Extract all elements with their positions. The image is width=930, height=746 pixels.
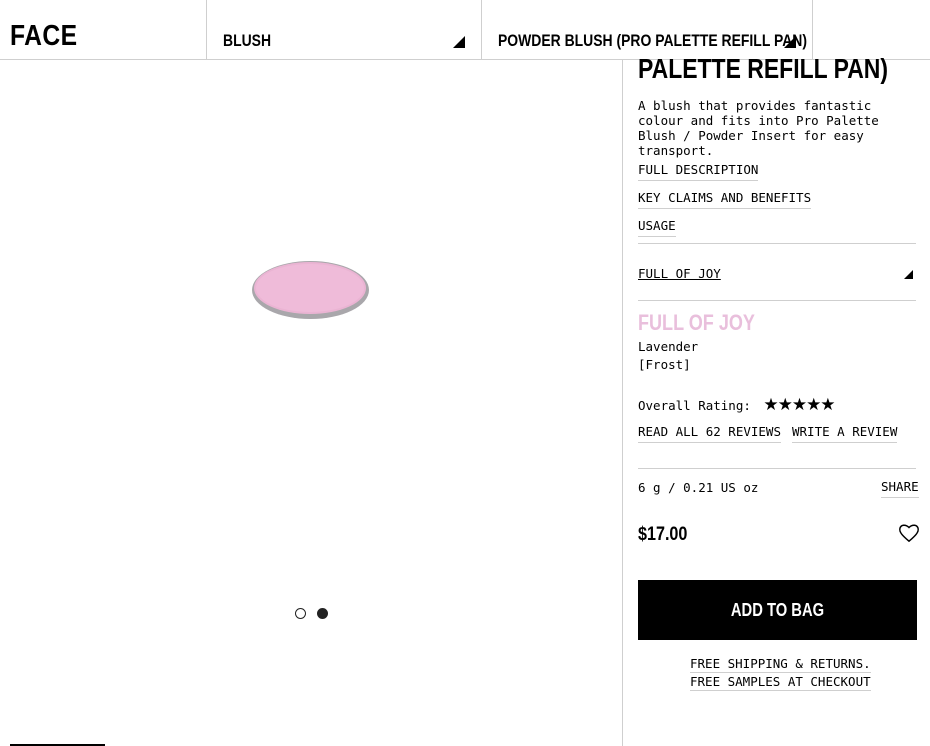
- key-claims-link[interactable]: KEY CLAIMS AND BENEFITS: [638, 190, 812, 209]
- rating-label: Overall Rating:: [638, 398, 751, 413]
- share-link[interactable]: SHARE: [881, 479, 919, 498]
- subcategory-label: BLUSH: [223, 31, 272, 50]
- shade-finish: [Frost]: [638, 357, 691, 372]
- product-description: A blush that provides fantastic colour a…: [638, 98, 879, 158]
- divider: [638, 468, 916, 469]
- write-review-link[interactable]: WRITE A REVIEW: [792, 424, 898, 443]
- shade-name: FULL OF JOY: [638, 310, 755, 335]
- usage-link[interactable]: USAGE: [638, 218, 676, 237]
- full-description-link[interactable]: FULL DESCRIPTION: [638, 162, 759, 181]
- overall-rating: Overall Rating: ★★★★★: [638, 395, 836, 415]
- wishlist-heart-icon[interactable]: [898, 523, 920, 543]
- shipping-info-link[interactable]: FREE SHIPPING & RETURNS.: [690, 656, 871, 673]
- filter-bar: FACE BLUSH POWDER BLUSH (PRO PALETTE REF…: [0, 0, 930, 60]
- add-to-bag-label: ADD TO BAG: [730, 599, 825, 620]
- dropdown-arrow-icon: [453, 36, 465, 48]
- product-dropdown-label: POWDER BLUSH (PRO PALETTE REFILL PAN): [498, 31, 808, 50]
- read-reviews-link[interactable]: READ ALL 62 REVIEWS: [638, 424, 781, 443]
- dropdown-arrow-icon: [904, 270, 913, 279]
- subcategory-dropdown[interactable]: BLUSH: [206, 0, 482, 59]
- divider: [638, 300, 916, 301]
- category-title[interactable]: FACE: [10, 20, 77, 53]
- dropdown-arrow-icon: [784, 36, 796, 48]
- shade-selector[interactable]: FULL OF JOY: [638, 265, 916, 283]
- blush-pan-surface: [256, 264, 364, 312]
- add-to-bag-button[interactable]: ADD TO BAG: [638, 580, 917, 640]
- rating-stars-icon: ★★★★★: [763, 395, 835, 414]
- product-title: PALETTE REFILL PAN): [638, 53, 889, 84]
- product-dropdown[interactable]: POWDER BLUSH (PRO PALETTE REFILL PAN): [481, 0, 813, 59]
- divider: [638, 243, 916, 244]
- shade-selector-label: FULL OF JOY: [638, 266, 721, 281]
- shade-description: Lavender: [638, 339, 699, 354]
- price: $17.00: [638, 524, 688, 545]
- samples-info-link[interactable]: FREE SAMPLES AT CHECKOUT: [690, 674, 871, 691]
- product-size: 6 g / 0.21 US oz: [638, 480, 759, 495]
- panel-divider: [622, 60, 623, 746]
- carousel-dot-2-active[interactable]: [317, 608, 328, 619]
- carousel-dot-1[interactable]: [295, 608, 306, 619]
